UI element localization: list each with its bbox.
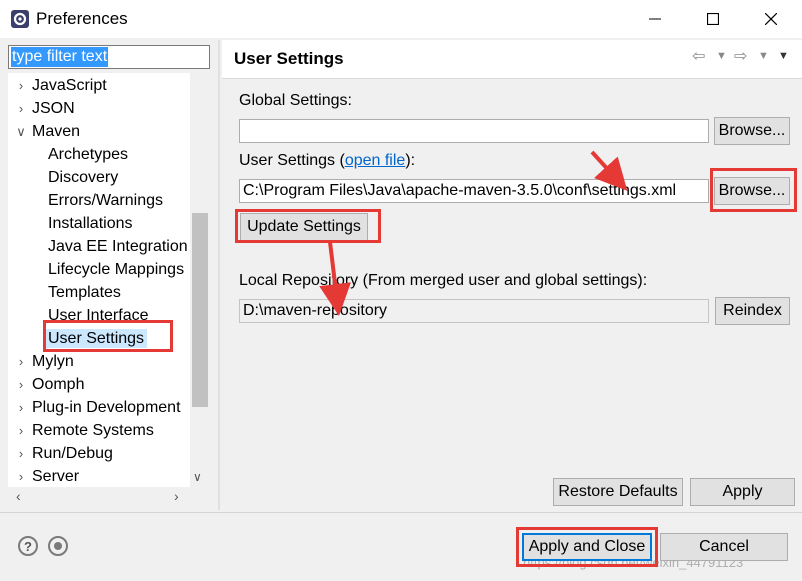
- cancel-button[interactable]: Cancel: [660, 533, 788, 561]
- help-icon[interactable]: ?: [18, 536, 38, 556]
- record-dot-icon: [54, 542, 62, 550]
- arrow-to-local-repo: [319, 241, 351, 316]
- apply-and-close-button[interactable]: Apply and Close: [522, 533, 652, 561]
- restore-defaults-button[interactable]: Restore Defaults: [553, 478, 683, 506]
- record-icon[interactable]: [48, 536, 68, 556]
- apply-button[interactable]: Apply: [690, 478, 795, 506]
- footer-divider: [0, 512, 802, 513]
- arrow-to-browse: [590, 150, 628, 191]
